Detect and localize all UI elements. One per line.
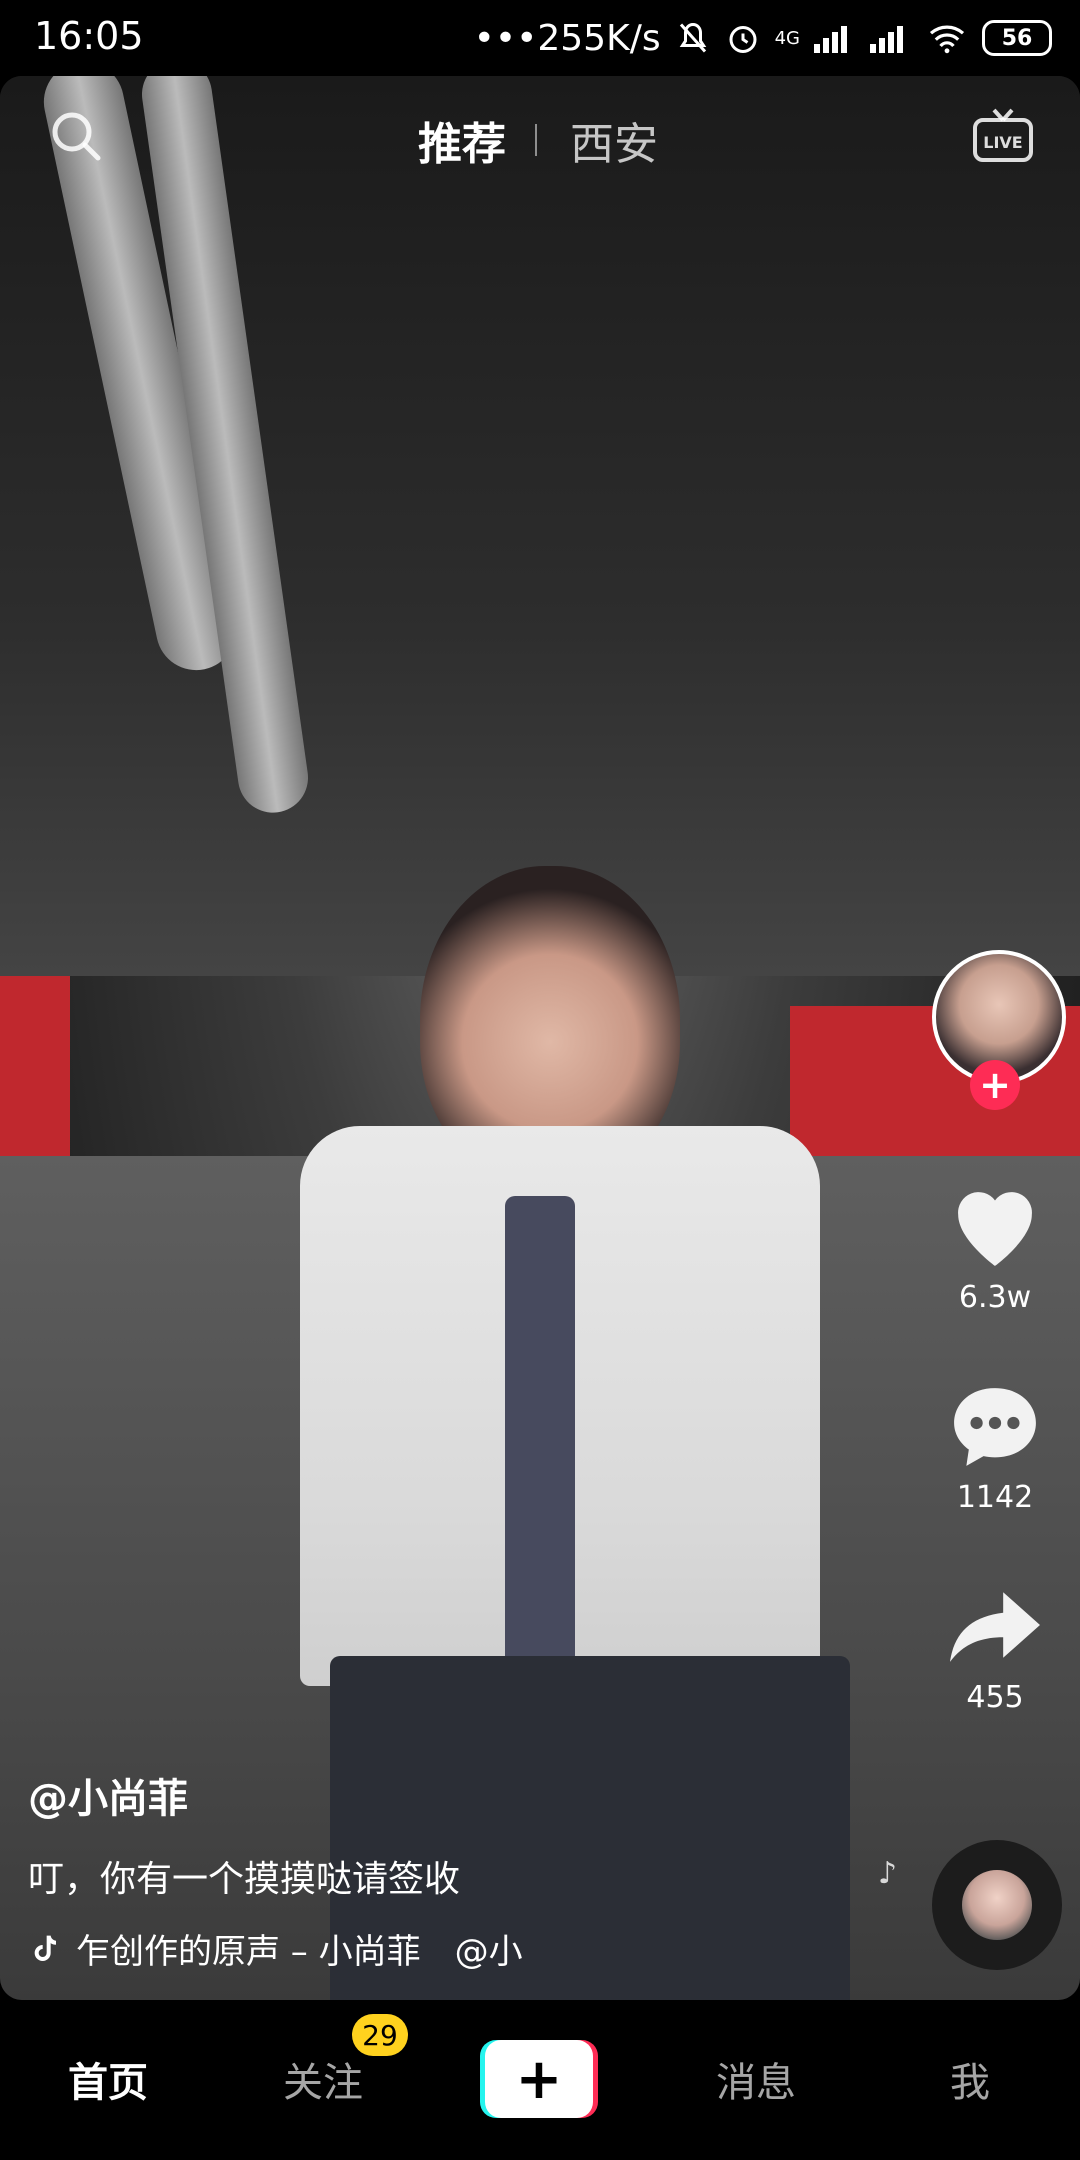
status-time: 16:05	[34, 14, 144, 58]
mute-bell-icon	[679, 22, 706, 53]
follow-badge: 29	[352, 2014, 408, 2056]
create-plus-icon: +	[485, 2040, 593, 2118]
battery-indicator: 56	[982, 20, 1052, 56]
music-row[interactable]: 乍创作的原声 – 小尚菲 @小	[28, 1924, 566, 1973]
status-bar: 16:05 •••255K/s 4G 56	[0, 0, 1080, 76]
video-caption: @小尚菲 叮，你有一个摸摸哒请签收	[28, 1766, 668, 1902]
nav-messages[interactable]: 消息	[716, 2050, 796, 2108]
alarm-icon	[729, 26, 757, 53]
nav-home[interactable]: 首页	[68, 2050, 148, 2108]
tiktok-note-icon	[34, 1935, 56, 1961]
status-icons: •••255K/s 4G 56	[474, 14, 1052, 62]
tab-city[interactable]: 西安	[570, 108, 658, 172]
follow-plus-button[interactable]: +	[970, 1060, 1020, 1110]
music-disc[interactable]	[932, 1840, 1062, 1970]
bottom-nav: 首页 关注 29 + 消息 我	[0, 2000, 1080, 2160]
share-arrow-icon	[950, 1592, 1040, 1662]
nav-me[interactable]: 我	[950, 2050, 990, 2108]
share-count: 455	[966, 1680, 1024, 1715]
create-button[interactable]: +	[480, 2040, 598, 2118]
signal-icon-2	[870, 26, 903, 53]
person-tie	[505, 1196, 575, 1676]
tab-divider	[535, 124, 537, 156]
signal-icon	[814, 26, 847, 53]
top-nav: 推荐 西安 LIVE	[0, 100, 1080, 180]
tab-recommend[interactable]: 推荐	[418, 108, 506, 172]
nav-follow[interactable]: 关注	[283, 2050, 363, 2108]
red-wall-left	[0, 976, 70, 1176]
network-speed: •••255K/s	[473, 17, 661, 59]
music-note-icon: ♪	[878, 1856, 898, 1891]
music-title: 乍创作的原声 – 小尚菲 @小	[76, 1932, 523, 1972]
like-button[interactable]: 6.3w	[910, 1180, 1080, 1315]
signal-4g-label: 4G	[774, 27, 800, 49]
music-disc-cover	[962, 1870, 1032, 1940]
live-icon[interactable]: LIVE	[972, 106, 1034, 164]
search-icon[interactable]	[48, 108, 104, 164]
heart-icon	[958, 1192, 1032, 1266]
author-handle[interactable]: @小尚菲	[28, 1766, 668, 1824]
comment-bubble-icon	[954, 1388, 1036, 1466]
share-button[interactable]: 455	[910, 1580, 1080, 1715]
wifi-icon	[929, 25, 965, 54]
like-count: 6.3w	[958, 1280, 1032, 1315]
video-description: 叮，你有一个摸摸哒请签收	[28, 1859, 461, 1900]
live-label: LIVE	[983, 133, 1022, 152]
comment-count: 1142	[956, 1480, 1034, 1515]
comment-button[interactable]: 1142	[910, 1380, 1080, 1515]
